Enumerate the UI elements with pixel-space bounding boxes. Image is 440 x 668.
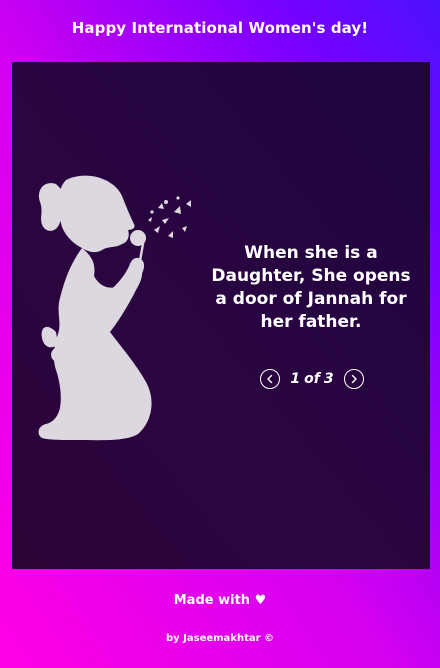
next-slide-button[interactable] (344, 369, 364, 389)
slide-counter: 1 of 3 (290, 371, 333, 387)
slide-pager: 1 of 3 (260, 368, 364, 390)
chevron-left-icon (267, 374, 273, 384)
quote-text: When she is a Daughter, She opens a door… (211, 243, 411, 332)
made-with-text: Made with ♥ (173, 593, 267, 608)
author-credit: by Jaseemakhtar © (165, 633, 275, 644)
chevron-right-icon (351, 374, 357, 384)
quote-card: When she is a Daughter, She opens a door… (12, 62, 430, 569)
girl-dandelion-image (38, 175, 191, 441)
slide-total: 3 (323, 371, 334, 387)
slide-current: 1 (290, 371, 301, 387)
previous-slide-button[interactable] (260, 369, 280, 389)
header-title: Happy International Women's day! (71, 19, 369, 37)
slide-of-label: of (304, 371, 320, 387)
